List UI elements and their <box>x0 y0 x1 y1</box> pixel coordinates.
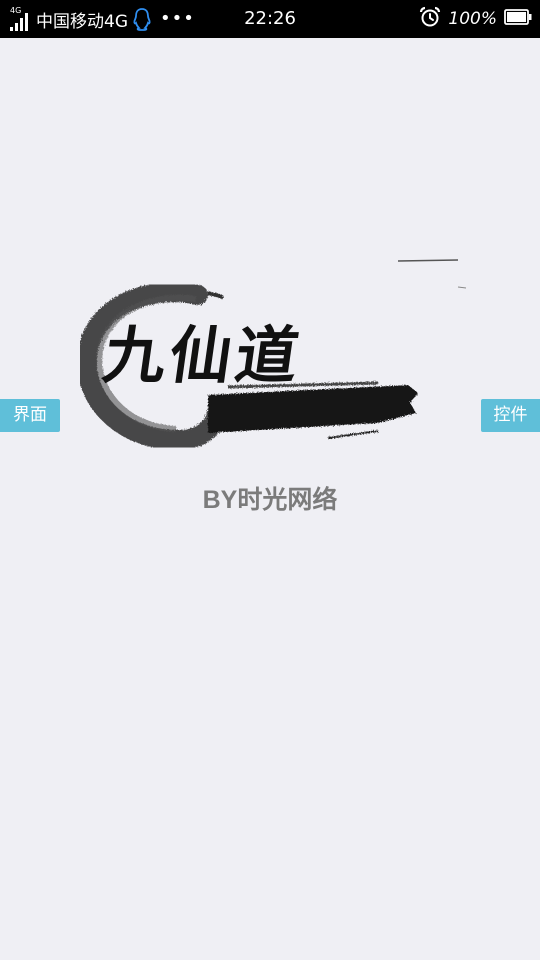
carrier-name: 中国移动4G <box>36 11 128 32</box>
battery-percent: 100% <box>448 9 497 29</box>
alarm-clock-icon <box>419 6 441 32</box>
qq-icon <box>132 7 152 31</box>
app-logo: 九仙道 <box>76 255 478 455</box>
signal-icon: 4G <box>10 7 32 31</box>
brush-speck <box>457 286 467 289</box>
battery-icon <box>504 9 532 29</box>
brush-flick <box>397 259 459 262</box>
app-screen: 4G 中国移动4G ••• 22:26 100% 九仙道 BY时光网络 界面 控… <box>0 0 540 960</box>
logo-calligraphy: 九仙道 <box>99 319 307 392</box>
more-dots-icon: ••• <box>160 8 195 29</box>
byline: BY时光网络 <box>202 486 338 514</box>
side-tab-interface[interactable]: 界面 <box>0 399 60 432</box>
side-tab-controls[interactable]: 控件 <box>481 399 540 432</box>
status-bar-right: 100% <box>419 0 532 38</box>
status-bar-left: 4G 中国移动4G ••• <box>10 0 195 38</box>
status-bar: 4G 中国移动4G ••• 22:26 100% <box>0 0 540 38</box>
